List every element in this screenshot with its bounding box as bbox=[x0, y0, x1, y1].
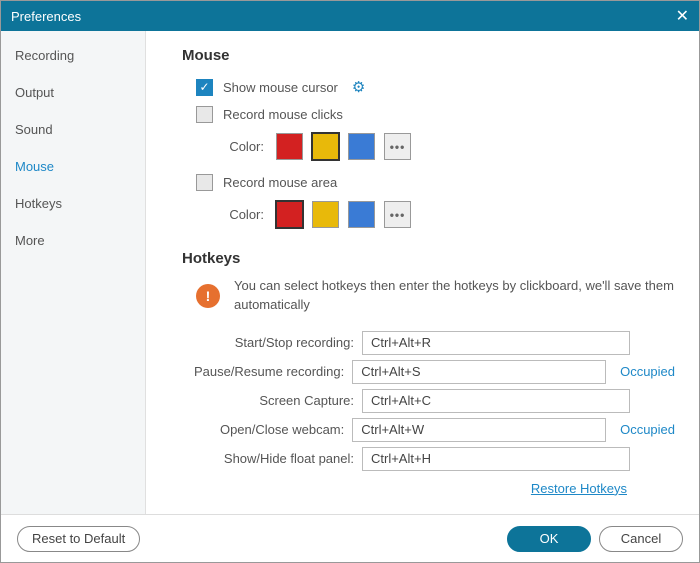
content-pane: Mouse ✓ Show mouse cursor ⚙ Record mouse… bbox=[146, 31, 699, 514]
hotkey-label: Start/Stop recording: bbox=[182, 335, 354, 350]
preferences-window: Preferences ✕ Recording Output Sound Mou… bbox=[0, 0, 700, 563]
clicks-color-yellow[interactable] bbox=[312, 133, 339, 160]
record-clicks-row: Record mouse clicks bbox=[196, 106, 675, 123]
area-color-yellow[interactable] bbox=[312, 201, 339, 228]
restore-hotkeys-link[interactable]: Restore Hotkeys bbox=[531, 481, 627, 496]
hotkeys-heading: Hotkeys bbox=[182, 250, 675, 267]
mouse-heading: Mouse bbox=[182, 47, 675, 64]
restore-row: Restore Hotkeys bbox=[182, 481, 675, 496]
area-color-red[interactable] bbox=[276, 201, 303, 228]
record-area-row: Record mouse area bbox=[196, 174, 675, 191]
cancel-button[interactable]: Cancel bbox=[599, 526, 683, 552]
area-color-row: Color: ••• bbox=[222, 201, 675, 228]
window-body: Recording Output Sound Mouse Hotkeys Mor… bbox=[1, 31, 699, 514]
clicks-color-row: Color: ••• bbox=[222, 133, 675, 160]
sidebar-item-output[interactable]: Output bbox=[1, 74, 145, 111]
hotkey-row-screen-capture: Screen Capture: bbox=[182, 389, 675, 413]
hotkey-label: Show/Hide float panel: bbox=[182, 451, 354, 466]
hotkey-status: Occupied bbox=[620, 422, 675, 437]
hotkeys-info-row: ! You can select hotkeys then enter the … bbox=[196, 277, 675, 315]
footer: Reset to Default OK Cancel bbox=[1, 514, 699, 562]
hotkey-input-screen-capture[interactable] bbox=[362, 389, 630, 413]
clicks-color-label: Color: bbox=[222, 139, 264, 154]
info-icon: ! bbox=[196, 284, 220, 308]
hotkey-row-start-stop: Start/Stop recording: bbox=[182, 331, 675, 355]
sidebar-item-hotkeys[interactable]: Hotkeys bbox=[1, 185, 145, 222]
hotkey-input-webcam[interactable] bbox=[352, 418, 606, 442]
record-clicks-checkbox[interactable] bbox=[196, 106, 213, 123]
hotkey-label: Pause/Resume recording: bbox=[182, 364, 344, 379]
clicks-color-more[interactable]: ••• bbox=[384, 133, 411, 160]
clicks-color-blue[interactable] bbox=[348, 133, 375, 160]
sidebar: Recording Output Sound Mouse Hotkeys Mor… bbox=[1, 31, 146, 514]
hotkey-row-float-panel: Show/Hide float panel: bbox=[182, 447, 675, 471]
hotkey-row-pause-resume: Pause/Resume recording: Occupied bbox=[182, 360, 675, 384]
sidebar-item-sound[interactable]: Sound bbox=[1, 111, 145, 148]
ok-button[interactable]: OK bbox=[507, 526, 591, 552]
reset-button[interactable]: Reset to Default bbox=[17, 526, 140, 552]
hotkeys-info-text: You can select hotkeys then enter the ho… bbox=[234, 277, 675, 315]
hotkey-input-pause-resume[interactable] bbox=[352, 360, 606, 384]
sidebar-item-mouse[interactable]: Mouse bbox=[1, 148, 145, 185]
clicks-color-red[interactable] bbox=[276, 133, 303, 160]
close-icon[interactable]: ✕ bbox=[676, 6, 689, 26]
titlebar: Preferences ✕ bbox=[1, 1, 699, 31]
hotkey-status: Occupied bbox=[620, 364, 675, 379]
hotkey-row-webcam: Open/Close webcam: Occupied bbox=[182, 418, 675, 442]
window-title: Preferences bbox=[11, 9, 676, 24]
record-area-label: Record mouse area bbox=[223, 175, 337, 190]
hotkey-input-float-panel[interactable] bbox=[362, 447, 630, 471]
sidebar-item-recording[interactable]: Recording bbox=[1, 37, 145, 74]
sidebar-item-more[interactable]: More bbox=[1, 222, 145, 259]
gear-icon[interactable]: ⚙ bbox=[352, 78, 365, 96]
show-cursor-checkbox[interactable]: ✓ bbox=[196, 79, 213, 96]
record-area-checkbox[interactable] bbox=[196, 174, 213, 191]
area-color-more[interactable]: ••• bbox=[384, 201, 411, 228]
show-cursor-row: ✓ Show mouse cursor ⚙ bbox=[196, 78, 675, 96]
record-clicks-label: Record mouse clicks bbox=[223, 107, 343, 122]
area-color-label: Color: bbox=[222, 207, 264, 222]
show-cursor-label: Show mouse cursor bbox=[223, 80, 338, 95]
hotkey-label: Open/Close webcam: bbox=[182, 422, 344, 437]
area-color-blue[interactable] bbox=[348, 201, 375, 228]
hotkey-label: Screen Capture: bbox=[182, 393, 354, 408]
hotkey-input-start-stop[interactable] bbox=[362, 331, 630, 355]
